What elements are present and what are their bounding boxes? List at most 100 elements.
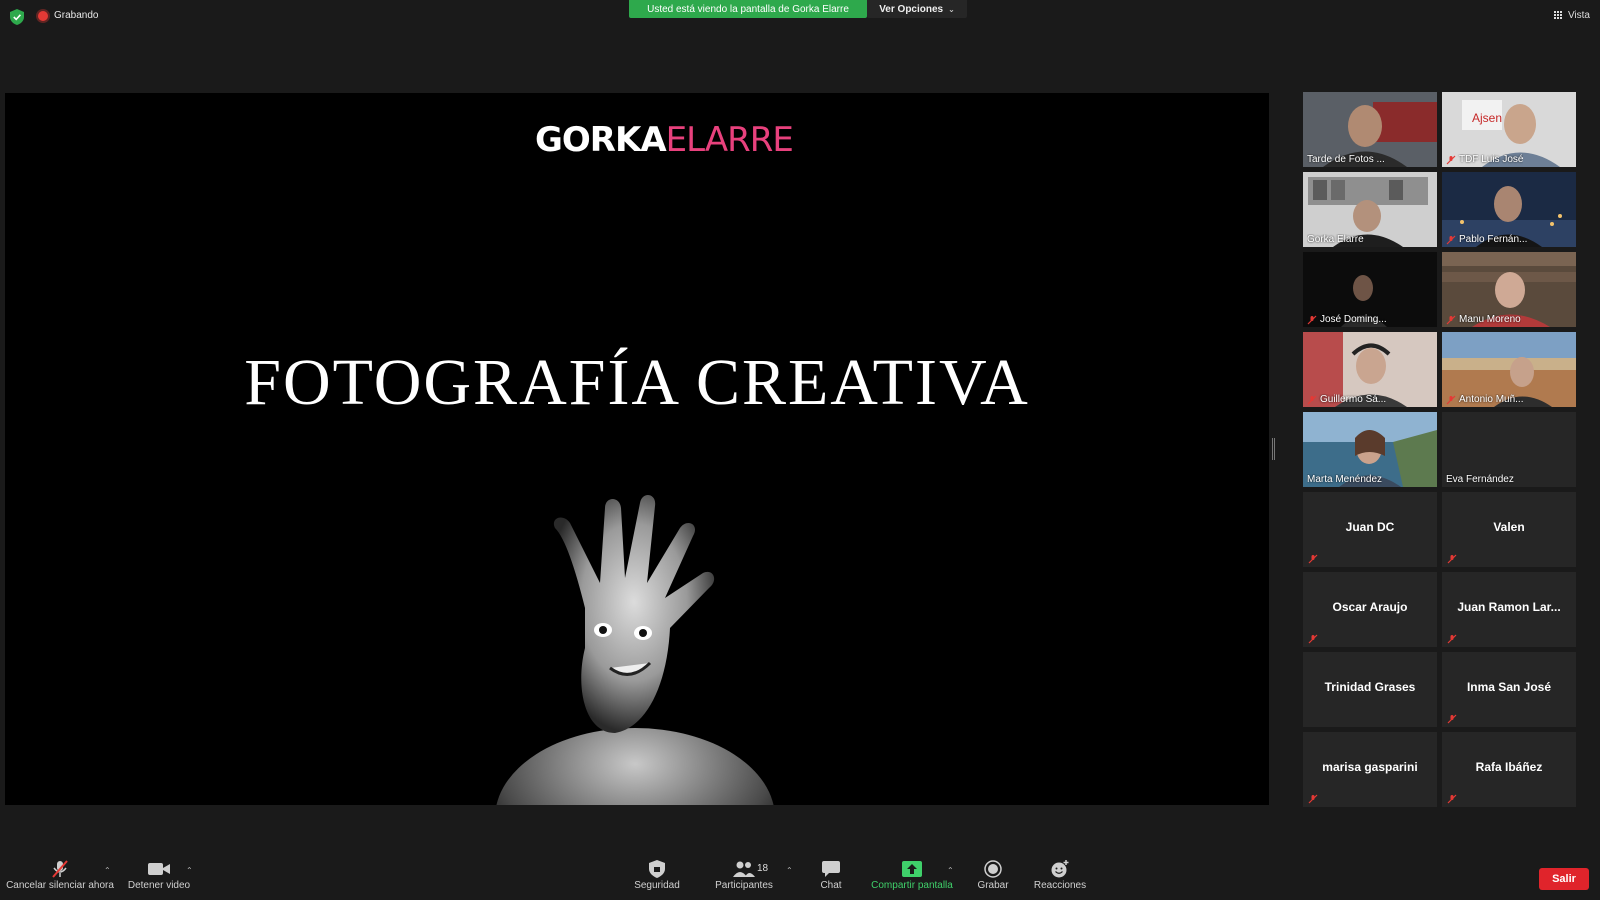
recording-label: Grabando <box>54 10 99 21</box>
participant-tile-active-speaker[interactable]: Gorka Elarre <box>1303 172 1437 247</box>
participants-count: 18 <box>757 863 769 874</box>
participant-tile[interactable]: Valen <box>1442 492 1576 567</box>
reactions-button[interactable]: Reacciones <box>1032 852 1088 896</box>
audio-options-caret[interactable]: ⌃ <box>104 866 111 875</box>
recording-dot-icon <box>38 10 48 21</box>
security-label: Seguridad <box>634 880 680 891</box>
participant-name: Oscar Araujo <box>1332 600 1408 614</box>
participant-label: Marta Menéndez <box>1307 474 1382 485</box>
unmute-button[interactable]: Cancelar silenciar ahora <box>6 852 114 896</box>
participant-tile[interactable]: Guillermo Sá... <box>1303 332 1437 407</box>
slide-title: FOTOGRAFÍA CREATIVA <box>244 346 1030 419</box>
top-bar: Grabando Usted está viendo la pantalla d… <box>0 0 1600 34</box>
screen-share-banner: Usted está viendo la pantalla de Gorka E… <box>629 0 867 18</box>
slide-logo: GORKAELARRE <box>535 120 794 160</box>
chat-bubble-icon <box>822 861 840 877</box>
participant-name: marisa gasparini <box>1322 760 1418 774</box>
security-shield-icon[interactable] <box>10 9 24 25</box>
view-layout-button[interactable]: Vista <box>1553 10 1590 21</box>
participant-tile[interactable]: Eva Fernández <box>1442 412 1576 487</box>
participant-tile[interactable]: Ajsen TDF Luis José <box>1442 92 1576 167</box>
participants-label: Participantes <box>715 880 773 891</box>
muted-mic-icon <box>1308 634 1318 644</box>
participant-name: Gorka Elarre <box>1307 234 1364 245</box>
smiley-reactions-icon <box>1051 860 1069 878</box>
stop-video-label: Detener video <box>127 880 191 891</box>
share-screen-label: Compartir pantalla <box>871 880 953 891</box>
muted-mic-icon <box>1447 634 1457 644</box>
participant-name: Antonio Muñ... <box>1459 394 1524 405</box>
svg-text:Ajsen: Ajsen <box>1472 111 1502 125</box>
muted-mic-icon <box>1446 155 1456 164</box>
participants-button[interactable]: Participantes <box>712 852 776 896</box>
participant-label: José Doming... <box>1307 314 1387 325</box>
video-camera-icon <box>148 863 170 875</box>
participant-tile[interactable]: Manu Moreno <box>1442 252 1576 327</box>
video-options-caret[interactable]: ⌃ <box>186 866 193 875</box>
chat-button[interactable]: Chat <box>812 852 850 896</box>
participant-label: Eva Fernández <box>1446 474 1514 485</box>
muted-mic-icon <box>1446 395 1456 404</box>
participant-name: Pablo Fernán... <box>1459 234 1528 245</box>
logo-part-1: GORKA <box>535 120 667 160</box>
reactions-label: Reacciones <box>1033 880 1087 891</box>
panel-splitter-handle[interactable] <box>1272 438 1275 460</box>
participant-tile[interactable]: Antonio Muñ... <box>1442 332 1576 407</box>
chevron-down-icon: ⌄ <box>948 4 955 14</box>
participant-tile[interactable]: marisa gasparini <box>1303 732 1437 807</box>
slide-photo-hand-face <box>496 495 774 805</box>
participant-tile[interactable]: Oscar Araujo <box>1303 572 1437 647</box>
participant-label: Manu Moreno <box>1446 314 1521 325</box>
participant-label: Pablo Fernán... <box>1446 234 1527 245</box>
participant-name: Valen <box>1493 520 1525 534</box>
leave-meeting-button[interactable]: Salir <box>1539 868 1589 890</box>
participant-label: Antonio Muñ... <box>1446 394 1523 405</box>
participant-label: Gorka Elarre <box>1307 234 1364 245</box>
participant-name: Marta Menéndez <box>1307 474 1383 485</box>
participant-tile[interactable]: Tarde de Fotos ... <box>1303 92 1437 167</box>
participant-tile[interactable]: Inma San José <box>1442 652 1576 727</box>
participants-options-caret[interactable]: ⌃ <box>786 866 793 875</box>
participant-name: Guillermo Sá... <box>1320 394 1387 405</box>
record-button[interactable]: Grabar <box>972 852 1014 896</box>
participant-tile[interactable]: José Doming... <box>1303 252 1437 327</box>
muted-mic-icon <box>52 860 68 878</box>
shared-screen: GORKAELARRE FOTOGRAFÍA CREATIVA <box>5 93 1269 805</box>
share-screen-icon <box>902 861 922 877</box>
participant-name: TDF Luis José <box>1459 154 1524 165</box>
view-label: Vista <box>1567 10 1590 21</box>
participant-name: Trinidad Grases <box>1324 680 1416 694</box>
muted-mic-icon <box>1446 315 1456 324</box>
stop-video-button[interactable]: Detener video <box>124 852 194 896</box>
muted-mic-icon <box>1308 794 1318 804</box>
participant-tile[interactable]: Juan Ramon Lar... <box>1442 572 1576 647</box>
participant-tile[interactable]: Marta Menéndez <box>1303 412 1437 487</box>
muted-mic-icon <box>1447 714 1457 724</box>
participant-name: Manu Moreno <box>1459 314 1521 325</box>
view-options-button[interactable]: Ver Opciones ⌄ <box>867 0 967 18</box>
participant-label: Guillermo Sá... <box>1307 394 1386 405</box>
participant-tile[interactable]: Pablo Fernán... <box>1442 172 1576 247</box>
muted-mic-icon <box>1307 395 1317 404</box>
banner-text: Usted está viendo la pantalla de Gorka E… <box>647 3 849 15</box>
zoom-meeting-window: Grabando Usted está viendo la pantalla d… <box>0 0 1600 900</box>
participant-tile[interactable]: Trinidad Grases <box>1303 652 1437 727</box>
participant-tile[interactable]: Rafa Ibáñez <box>1442 732 1576 807</box>
meeting-toolbar: Cancelar silenciar ahora ⌃ Detener video… <box>0 852 1600 900</box>
participant-name: Rafa Ibáñez <box>1475 760 1543 774</box>
share-options-caret[interactable]: ⌃ <box>947 866 954 875</box>
participant-name: Juan Ramon Lar... <box>1457 600 1561 614</box>
participant-tile[interactable]: Juan DC <box>1303 492 1437 567</box>
muted-mic-icon <box>1308 554 1318 564</box>
participant-label: TDF Luis José <box>1446 154 1523 165</box>
grid-view-icon <box>1553 10 1564 21</box>
security-button[interactable]: Seguridad <box>630 852 684 896</box>
share-screen-button[interactable]: Compartir pantalla <box>868 852 956 896</box>
participant-name: Eva Fernández <box>1446 474 1514 485</box>
participant-name: José Doming... <box>1320 314 1387 325</box>
participant-name: Juan DC <box>1345 520 1395 534</box>
record-icon <box>984 860 1002 878</box>
recording-indicator[interactable]: Grabando <box>38 10 98 21</box>
muted-mic-icon <box>1446 235 1456 244</box>
participants-icon <box>733 861 755 877</box>
